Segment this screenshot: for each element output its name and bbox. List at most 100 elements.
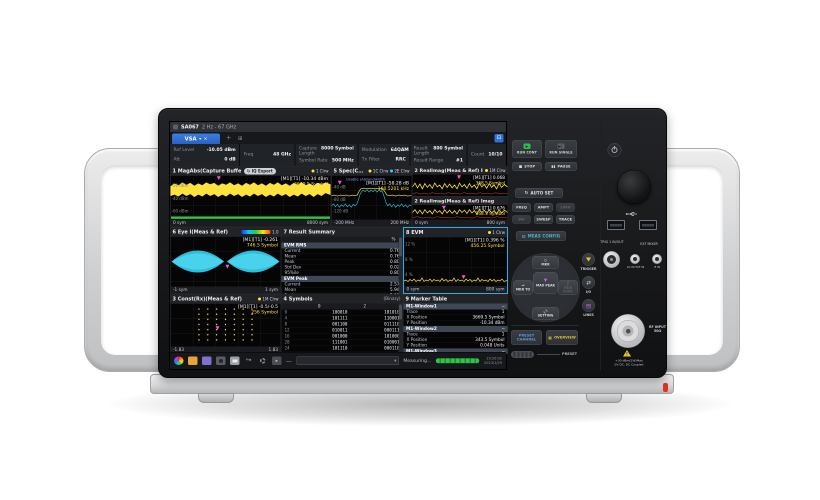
video-icon[interactable]: ▸ [272, 357, 282, 366]
close-tab-icon[interactable]: × [204, 136, 208, 141]
setting-button[interactable]: SETTING [532, 307, 559, 320]
rotary-knob[interactable] [617, 170, 651, 204]
power-button[interactable] [608, 143, 622, 157]
collapse-icon[interactable]: − [501, 327, 505, 332]
pause-button[interactable]: ▮▮PAUSE [545, 162, 577, 171]
window-realimag-real-titlebar[interactable]: 2 RealImag(Meas & Ref) Real 1M Clrw [413, 167, 508, 175]
scrollbar-thumb[interactable] [399, 238, 402, 257]
evm-graph[interactable]: 12 % 8 % 4 % ▼ [M1][T1] 0.396 %456.25 Sy… [404, 237, 507, 286]
scrollbar[interactable] [399, 237, 403, 294]
save-icon[interactable] [202, 357, 212, 366]
window-result-summary[interactable]: 7 Result Summary % EVM RMS Current0.76 M… [281, 227, 403, 294]
window-magabs-titlebar[interactable]: 1 MagAbs(Capture Buffe ↻IQ Export 1 Clrw [171, 167, 331, 176]
bw-button[interactable]: BW [512, 215, 531, 224]
run-single-button[interactable]: ▶▏ RUN SINGLE [545, 140, 577, 158]
real-graph[interactable]: ▼ [M1][T1] 0.068368.5 Symbol [413, 175, 508, 197]
run-cont-button[interactable]: ▶ RUN CONT [512, 140, 542, 158]
chevron-down-icon[interactable]: ▾ [199, 137, 201, 142]
marker-flag-icon[interactable]: ▼ [462, 275, 466, 280]
result-summary-table[interactable]: % EVM RMS Current0.76 Mean0.76 Peak0.80 … [282, 237, 403, 294]
io-button[interactable]: ⇄ [582, 276, 595, 289]
window-evm[interactable]: 8 EVM 1 Clrw 12 % 8 % 4 % ▼ [M1][T1] 0.3… [403, 227, 508, 294]
symbols-table[interactable]: 02 0100010101010 4101111110001 800110001… [282, 304, 403, 354]
io-icon: ⇄ [586, 279, 591, 286]
window-realimag-imag-titlebar[interactable]: 2 RealImag(Meas & Ref) Imag [413, 197, 508, 205]
freq-button[interactable]: FREQ [512, 203, 531, 212]
window-eye[interactable]: 6 Eye I(Meas & Ref) 1.0 ▼ [M1][T1] -0.26… [170, 227, 281, 294]
marker-flag-icon[interactable]: ▼ [226, 265, 230, 270]
collapse-icon[interactable]: − [501, 304, 505, 309]
trig-connector-label: TRIG 1 IN/OUT [599, 240, 625, 244]
add-tab-icon[interactable]: + [226, 134, 231, 142]
spec-graph[interactable]: Usable (A)Bandwidth -40 dB -80 dB -120 d… [332, 176, 412, 220]
window-result-summary-titlebar[interactable]: 7 Result Summary [282, 228, 403, 237]
constellation-graph[interactable]: ▼ [M1][T1] -0.5/-0.5256 Symbol [171, 304, 281, 347]
meas-config-button[interactable]: ▥MEAS CONFIG [516, 231, 566, 241]
touchscreen[interactable]: SA067 2 Hz - 67 GHz VSA ▾ × + ⊞ ⊡ Ref Le… [169, 121, 507, 370]
maximize-icon[interactable]: ⊡ [495, 134, 504, 143]
capture-settings[interactable]: Capture Length8000 Symbol Symbol Rate500… [296, 144, 359, 166]
window-marker-table-titlebar[interactable]: 9 Marker Table [404, 295, 508, 304]
status-dropdown[interactable]: ▾ [297, 357, 399, 366]
overview-button[interactable]: ▦OVERVIEW [546, 330, 578, 345]
result-settings[interactable]: Result Length800 Symbol Result Range#1 [410, 144, 467, 166]
new-window-icon[interactable]: ⊞ [238, 135, 243, 142]
tab-vsa[interactable]: VSA ▾ × [172, 134, 220, 145]
marker-table[interactable]: M1-Window1− Trace1 X Position3669.5 Symb… [404, 304, 508, 354]
scrollbar[interactable] [399, 304, 403, 354]
window-magabs[interactable]: 1 MagAbs(Capture Buffe ↻IQ Export 1 Clrw… [170, 166, 331, 227]
ampt-button[interactable]: AMPT [534, 203, 553, 212]
window-marker-table[interactable]: 9 Marker Table M1-Window1− Trace1 X Posi… [403, 294, 508, 354]
gear-icon[interactable] [258, 357, 268, 366]
preset-channel-button[interactable]: PRESET CHANNEL [511, 330, 542, 345]
more-icon[interactable]: — [286, 357, 292, 364]
preset-slider[interactable] [511, 351, 534, 358]
window-symbols-titlebar[interactable]: 4 Symbols (Binary) [282, 295, 403, 304]
window-realimag-imag[interactable]: 2 RealImag(Meas & Ref) Imag ▼ [M1][T1] 0… [412, 197, 508, 228]
lines-button[interactable]: ▤ [582, 299, 595, 312]
result-range-label: Result Range [414, 159, 444, 164]
window-constellation-titlebar[interactable]: 3 Const(Rx)(Meas & Ref) 1M Clrw [171, 295, 281, 304]
symbol-index: 16 [285, 334, 296, 339]
window-symbols[interactable]: 4 Symbols (Binary) 02 0100010101010 4101… [281, 294, 403, 354]
window-realimag-real[interactable]: 2 RealImag(Meas & Ref) Real 1M Clrw ▼ [M… [412, 166, 508, 197]
trigger-button[interactable] [582, 253, 595, 266]
window-spec[interactable]: 5 Spec(CaptureBuffer, Error) 1C Clrw2E C… [331, 166, 412, 227]
section-header: EVM Peak [284, 277, 308, 282]
window-eye-titlebar[interactable]: 6 Eye I(Meas & Ref) 1.0 [171, 228, 281, 237]
undo-icon[interactable]: ↪ [244, 357, 254, 366]
warning-bang: ! [626, 352, 628, 357]
window-spec-titlebar[interactable]: 5 Spec(CaptureBuffer, Error) 1C Clrw2E C… [332, 167, 412, 176]
mkr-func-button[interactable]: ƒMKR FUNC [558, 280, 578, 295]
magabs-graph[interactable]: -20 dBm -40 dBm -60 dBm ▼ [M1][T1] -10.3… [171, 176, 331, 220]
stop-button[interactable]: ■STOP [512, 162, 542, 171]
mkr-button[interactable]: ◇MKR [532, 256, 559, 269]
trace-button[interactable]: TRACE [556, 215, 575, 224]
imag-graph[interactable]: ▼ [M1][T1] 0.676368.5 Symbol [413, 205, 508, 220]
iq-export-button[interactable]: ↻IQ Export [244, 168, 276, 175]
marker-flag-icon[interactable]: ▼ [457, 175, 461, 180]
freq-settings[interactable]: Freq48 GHz [240, 144, 295, 166]
sweep-button[interactable]: SWEEP [534, 215, 553, 224]
marker-flag-icon[interactable]: ▼ [442, 206, 446, 211]
x-axis: -200 MHz200 MHz [332, 220, 412, 227]
marker-flag-icon[interactable]: ▼ [216, 326, 220, 331]
marker-flag-icon[interactable]: ▼ [217, 176, 221, 181]
camera-icon[interactable] [216, 357, 226, 366]
window-evm-titlebar[interactable]: 8 EVM 1 Clrw [404, 228, 507, 237]
auto-set-button[interactable]: ↻AUTO SET [515, 188, 563, 198]
count-settings[interactable]: Count10/10 [467, 144, 506, 166]
mkr-to-button[interactable]: →MKR TO [513, 280, 533, 295]
max-peak-button[interactable]: ▼MAX PEAK [533, 272, 558, 294]
eye-graph[interactable]: ▼ [M1][T1] -0.261746.5 Symbol [171, 237, 281, 287]
settings-bar[interactable]: Ref Level-10.05 dBm Att0 dB Freq48 GHz C… [170, 144, 506, 166]
app-launcher-icon[interactable] [174, 357, 184, 366]
scrollbar-thumb[interactable] [399, 305, 402, 320]
modulation-settings[interactable]: Modulation64QAM Tx FilterRRC [358, 144, 410, 166]
printer-icon[interactable] [230, 357, 240, 366]
span-button[interactable]: SPAN [556, 203, 575, 212]
amplitude-settings[interactable]: Ref Level-10.05 dBm Att0 dB [170, 144, 240, 166]
folder-icon[interactable] [188, 357, 198, 366]
marker-flag-icon[interactable]: ▼ [338, 181, 342, 186]
window-constellation[interactable]: 3 Const(Rx)(Meas & Ref) 1M Clrw ▼ [M1][T… [170, 294, 281, 354]
